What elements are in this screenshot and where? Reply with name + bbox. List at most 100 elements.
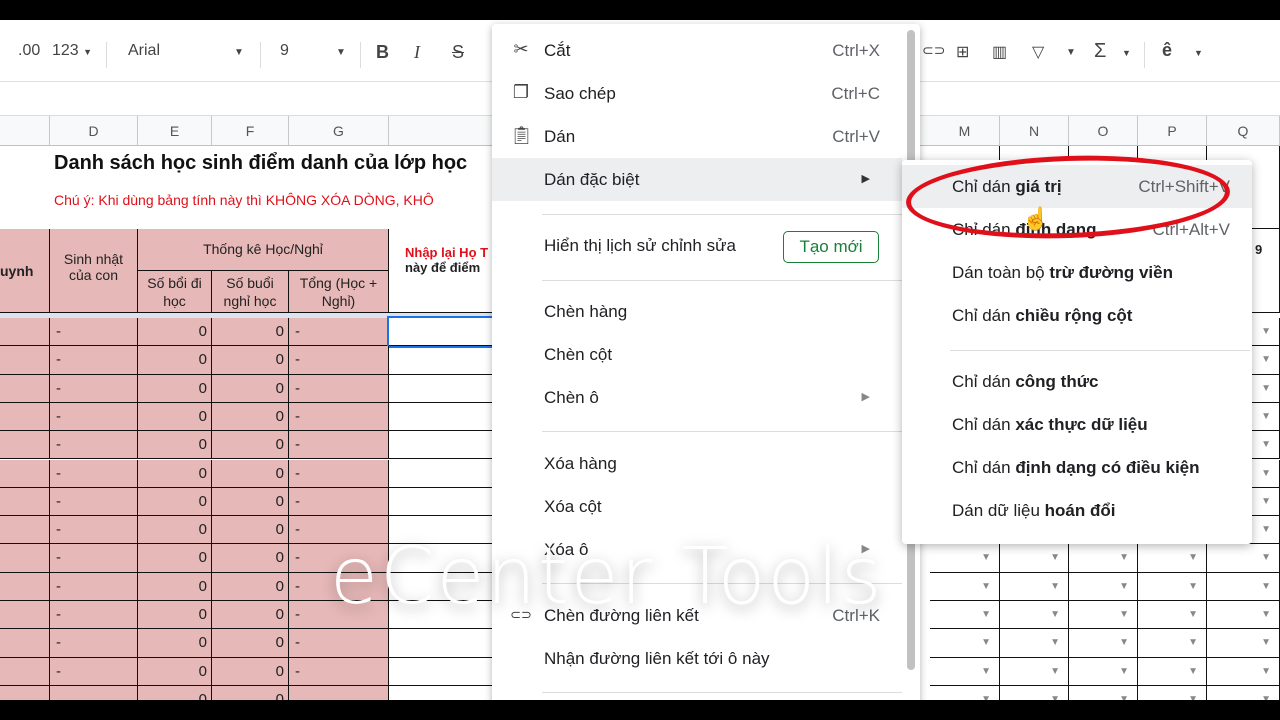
parent-cell[interactable]: [0, 685, 50, 700]
dropdown-arrow-icon[interactable]: ▼: [981, 609, 991, 620]
birthday-cell[interactable]: -: [50, 629, 138, 658]
reenter-cell[interactable]: [389, 431, 494, 460]
menu-item-cut[interactable]: ✂ Cắt Ctrl+X: [492, 29, 902, 72]
reenter-cell[interactable]: [389, 657, 494, 686]
attended-cell[interactable]: 0: [138, 487, 212, 517]
attended-cell[interactable]: 0: [138, 516, 212, 545]
total-cell[interactable]: -: [289, 657, 389, 686]
dropdown-cell[interactable]: ▼: [1207, 685, 1280, 700]
absent-cell[interactable]: 0: [212, 601, 289, 630]
strikethrough-button[interactable]: S: [452, 42, 464, 63]
column-header-f[interactable]: F: [212, 116, 289, 146]
menu-item-insert-column[interactable]: Chèn cột: [492, 333, 902, 376]
dropdown-cell[interactable]: ▼: [1207, 629, 1280, 658]
dropdown-arrow-icon[interactable]: ▼: [981, 552, 991, 563]
dropdown-arrow-icon[interactable]: ▼: [981, 581, 991, 592]
attended-cell[interactable]: 0: [138, 657, 212, 686]
dropdown-arrow-icon[interactable]: ▼: [1050, 552, 1060, 563]
dropdown-cell[interactable]: ▼: [1069, 629, 1138, 658]
chevron-down-icon[interactable]: ▼: [1066, 47, 1076, 58]
header-reenter[interactable]: Nhập lại Họ T này để điểm: [389, 229, 494, 313]
header-stats[interactable]: Thống kê Học/Nghỉ: [138, 229, 389, 271]
menu-item-copy[interactable]: ❐ Sao chép Ctrl+C: [492, 72, 902, 115]
menu-item-delete-row[interactable]: Xóa hàng: [492, 442, 902, 485]
absent-cell[interactable]: 0: [212, 657, 289, 686]
absent-cell[interactable]: 0: [212, 572, 289, 601]
dropdown-cell[interactable]: ▼: [1069, 572, 1138, 601]
paste-formula-only[interactable]: Chỉ dán công thức: [902, 360, 1252, 403]
birthday-cell[interactable]: -: [50, 402, 138, 432]
dropdown-arrow-icon[interactable]: ▼: [1261, 637, 1271, 648]
menu-item-insert-row[interactable]: Chèn hàng: [492, 290, 902, 333]
absent-cell[interactable]: 0: [212, 431, 289, 460]
bold-button[interactable]: B: [376, 42, 389, 63]
birthday-cell[interactable]: -: [50, 516, 138, 545]
dropdown-cell[interactable]: ▼: [1207, 544, 1280, 573]
dropdown-cell[interactable]: ▼: [1138, 657, 1207, 686]
dropdown-cell[interactable]: ▼: [1069, 601, 1138, 630]
attended-cell[interactable]: 0: [138, 601, 212, 630]
reenter-cell[interactable]: [389, 459, 494, 488]
dropdown-cell[interactable]: ▼: [1069, 657, 1138, 686]
dropdown-arrow-icon[interactable]: ▼: [1261, 354, 1271, 365]
birthday-cell[interactable]: -: [50, 431, 138, 460]
parent-cell[interactable]: [0, 374, 50, 403]
column-header-p[interactable]: P: [1138, 116, 1207, 146]
attended-cell[interactable]: 0: [138, 374, 212, 403]
dropdown-arrow-icon[interactable]: ▼: [1050, 609, 1060, 620]
column-header-c[interactable]: [0, 116, 50, 146]
dropdown-arrow-icon[interactable]: ▼: [1261, 383, 1271, 394]
header-total[interactable]: Tổng (Học + Nghỉ): [289, 271, 389, 313]
parent-cell[interactable]: [0, 402, 50, 432]
parent-cell[interactable]: [0, 629, 50, 658]
total-cell[interactable]: -: [289, 629, 389, 658]
dropdown-arrow-icon[interactable]: ▼: [1050, 694, 1060, 700]
reenter-cell[interactable]: [389, 629, 494, 658]
reenter-cell[interactable]: [389, 685, 494, 700]
reenter-cell[interactable]: [389, 487, 494, 517]
chevron-down-icon[interactable]: ▼: [336, 47, 346, 58]
birthday-cell[interactable]: -: [50, 657, 138, 686]
total-cell[interactable]: -: [289, 346, 389, 375]
attended-cell[interactable]: 0: [138, 685, 212, 700]
header-absent[interactable]: Số buổi nghỉ học: [212, 271, 289, 313]
birthday-cell[interactable]: -: [50, 374, 138, 403]
dropdown-cell[interactable]: ▼: [1138, 629, 1207, 658]
absent-cell[interactable]: 0: [212, 487, 289, 517]
dropdown-arrow-icon[interactable]: ▼: [1119, 581, 1129, 592]
attended-cell[interactable]: 0: [138, 459, 212, 488]
paste-transposed[interactable]: Dán dữ liệu hoán đổi: [902, 489, 1252, 532]
absent-cell[interactable]: 0: [212, 346, 289, 375]
parent-cell[interactable]: [0, 346, 50, 375]
dropdown-arrow-icon[interactable]: ▼: [1188, 609, 1198, 620]
dropdown-arrow-icon[interactable]: ▼: [1188, 637, 1198, 648]
birthday-cell[interactable]: -: [50, 487, 138, 517]
dropdown-arrow-icon[interactable]: ▼: [1119, 637, 1129, 648]
column-header-m[interactable]: M: [930, 116, 1000, 146]
dropdown-arrow-icon[interactable]: ▼: [1119, 552, 1129, 563]
dropdown-arrow-icon[interactable]: ▼: [1261, 524, 1271, 535]
dropdown-arrow-icon[interactable]: ▼: [1050, 637, 1060, 648]
attended-cell[interactable]: 0: [138, 431, 212, 460]
total-cell[interactable]: -: [289, 318, 389, 347]
total-cell[interactable]: -: [289, 487, 389, 517]
menu-item-get-link[interactable]: Nhận đường liên kết tới ô này: [492, 637, 902, 680]
birthday-cell[interactable]: -: [50, 572, 138, 601]
dropdown-cell[interactable]: ▼: [930, 685, 1000, 700]
menu-item-edit-history[interactable]: Hiển thị lịch sử chỉnh sửa Tạo mới: [492, 224, 902, 267]
total-cell[interactable]: -: [289, 402, 389, 432]
header-birthday[interactable]: Sinh nhật của con: [50, 229, 138, 313]
total-cell[interactable]: -: [289, 431, 389, 460]
parent-cell[interactable]: [0, 601, 50, 630]
dropdown-cell[interactable]: ▼: [1000, 544, 1069, 573]
absent-cell[interactable]: 0: [212, 318, 289, 347]
birthday-cell[interactable]: -: [50, 459, 138, 488]
attended-cell[interactable]: 0: [138, 402, 212, 432]
number-format-dropdown[interactable]: 123 ▼: [52, 42, 92, 60]
reenter-cell[interactable]: [389, 402, 494, 432]
dropdown-arrow-icon[interactable]: ▼: [1261, 609, 1271, 620]
reenter-cell[interactable]: [389, 346, 494, 375]
absent-cell[interactable]: 0: [212, 459, 289, 488]
total-cell[interactable]: -: [289, 459, 389, 488]
dropdown-cell[interactable]: ▼: [1069, 685, 1138, 700]
